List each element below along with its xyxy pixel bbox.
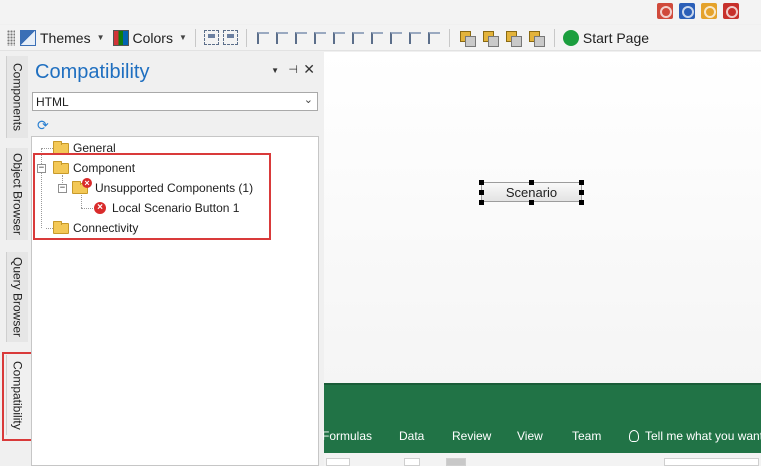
toolbar-separator [448, 28, 450, 47]
title-strip [0, 0, 761, 24]
export-pdf-icon[interactable] [723, 3, 739, 19]
start-page-label: Start Page [582, 29, 650, 46]
chevron-down-icon: ▼ [96, 33, 105, 42]
align-left-icon[interactable] [255, 30, 270, 45]
ribbon-commands-strip [324, 453, 761, 466]
selection-handle[interactable] [479, 180, 484, 185]
colors-icon [112, 29, 129, 46]
tab-object-browser[interactable]: Object Browser [6, 148, 28, 240]
align-bottom-icon[interactable] [350, 30, 365, 45]
format-toolbar: Themes ▼ Colors ▼ Start Page [0, 25, 761, 51]
tab-query-browser-label: Query Browser [10, 256, 25, 338]
ribbon-tab-team[interactable]: Team [572, 429, 601, 443]
colors-label: Colors [132, 29, 173, 46]
folder-icon [53, 140, 69, 154]
format-select-value: HTML [36, 95, 69, 109]
send-backward-icon[interactable] [505, 30, 522, 47]
top-icon-group [657, 3, 739, 19]
align-right-icon[interactable] [293, 30, 308, 45]
selection-handle[interactable] [479, 200, 484, 205]
close-icon[interactable]: ✕ [303, 61, 315, 78]
selection-handle[interactable] [579, 180, 584, 185]
ribbon-tab-view[interactable]: View [517, 429, 543, 443]
selection-handle[interactable] [579, 200, 584, 205]
pin-icon[interactable]: ⊣ [288, 63, 298, 76]
start-page-icon [562, 29, 579, 46]
ribbon-control[interactable] [326, 458, 350, 466]
toolbar-grip[interactable] [7, 29, 15, 46]
tree-line [41, 148, 53, 149]
toolbar-separator [245, 28, 247, 47]
tab-components[interactable]: Components [6, 56, 28, 138]
same-width-icon[interactable] [388, 30, 403, 45]
lightbulb-icon [629, 430, 639, 442]
themes-button[interactable]: Themes ▼ [18, 27, 107, 49]
chevron-down-icon: ⌄ [303, 94, 313, 106]
selection-handle[interactable] [479, 190, 484, 195]
align-center-icon[interactable] [274, 30, 289, 45]
ribbon-control[interactable] [446, 458, 466, 466]
panel-menu-icon[interactable]: ▼ [271, 66, 279, 75]
export-icon[interactable] [657, 3, 673, 19]
tell-me-box[interactable]: Tell me what you want [629, 429, 761, 443]
chevron-down-icon: ▼ [178, 33, 187, 42]
bring-to-front-icon[interactable] [459, 30, 476, 47]
design-canvas[interactable]: Scenario [324, 52, 761, 383]
ribbon-control[interactable] [664, 458, 759, 466]
selection-handle[interactable] [529, 180, 534, 185]
align-top-icon[interactable] [312, 30, 327, 45]
align-middle-icon[interactable] [331, 30, 346, 45]
scenario-button[interactable]: Scenario [481, 182, 582, 202]
tab-object-browser-label: Object Browser [10, 152, 25, 236]
themes-label: Themes [40, 29, 91, 46]
excel-ribbon: Formulas Data Review View Team Tell me w… [322, 383, 761, 453]
ribbon-tab-data[interactable]: Data [399, 429, 424, 443]
toolbar-separator [553, 28, 555, 47]
highlight-box-tree [33, 153, 271, 240]
format-select[interactable]: HTML ⌄ [32, 92, 318, 111]
tell-me-label: Tell me what you want [645, 429, 761, 443]
selection-handle[interactable] [579, 190, 584, 195]
publish-icon[interactable] [701, 3, 717, 19]
selection-handle[interactable] [529, 200, 534, 205]
themes-icon [20, 29, 36, 46]
group-icon[interactable] [203, 30, 219, 45]
save-swf-icon[interactable] [679, 3, 695, 19]
ribbon-tab-formulas[interactable]: Formulas [322, 429, 372, 443]
ungroup-icon[interactable] [222, 30, 238, 45]
ribbon-tab-review[interactable]: Review [452, 429, 491, 443]
ribbon-control[interactable] [404, 458, 420, 466]
panel-title: Compatibility [35, 61, 150, 83]
distribute-vertical-icon[interactable] [369, 30, 384, 45]
toolbar-separator [194, 28, 196, 47]
start-page-button[interactable]: Start Page [561, 27, 651, 49]
compatibility-panel: Compatibility ▼ ⊣ ✕ HTML ⌄ ⟳ − − General… [31, 52, 324, 466]
send-to-back-icon[interactable] [528, 30, 545, 47]
same-size-icon[interactable] [426, 30, 441, 45]
bring-forward-icon[interactable] [482, 30, 499, 47]
tab-query-browser[interactable]: Query Browser [6, 252, 28, 342]
tab-components-label: Components [10, 62, 25, 132]
colors-button[interactable]: Colors ▼ [111, 27, 189, 49]
refresh-icon[interactable]: ⟳ [37, 118, 49, 132]
same-height-icon[interactable] [407, 30, 422, 45]
